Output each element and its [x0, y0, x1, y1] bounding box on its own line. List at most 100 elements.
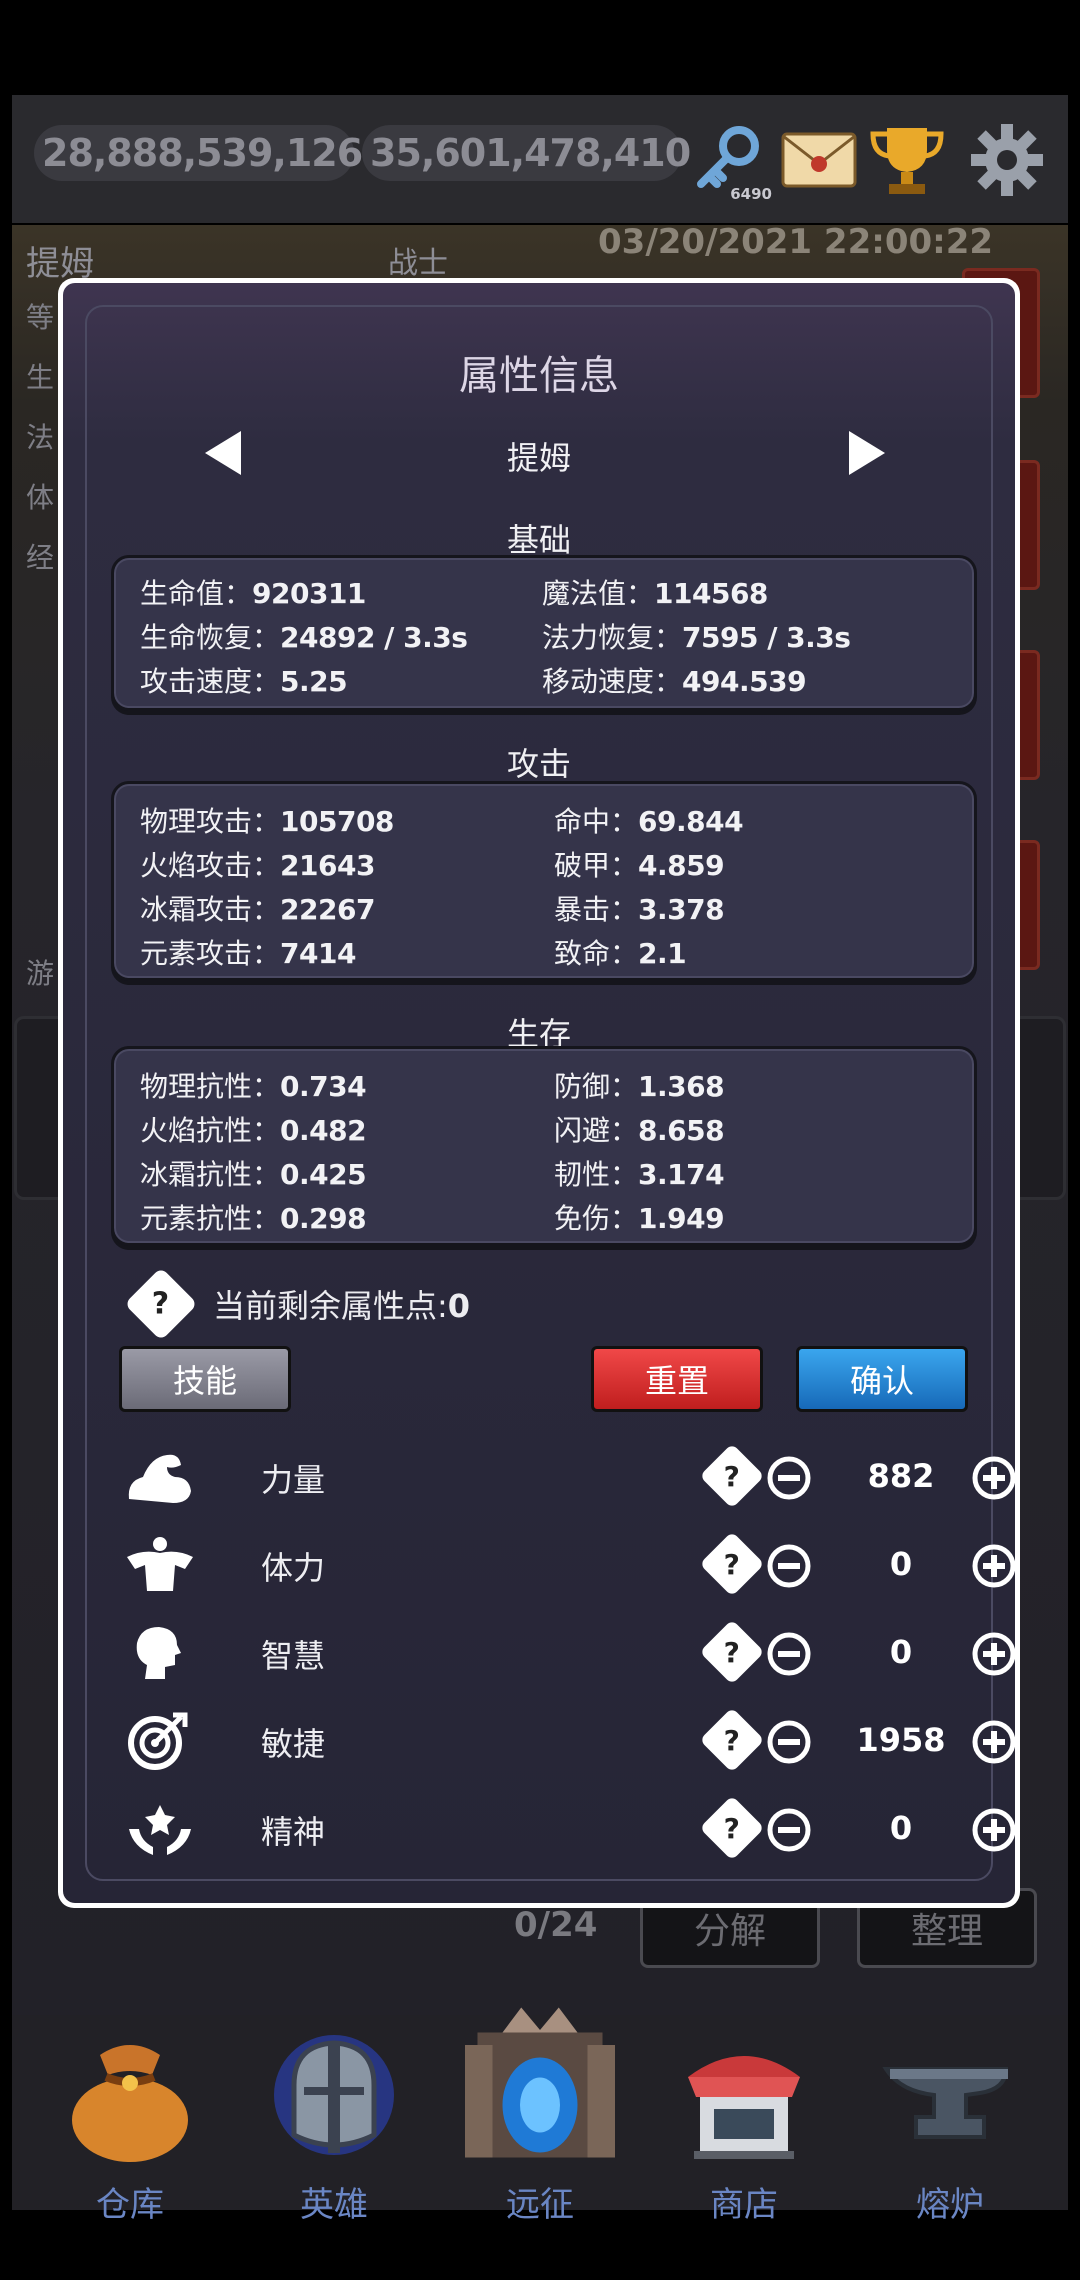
nav-expedition-label: 远征	[506, 2185, 574, 2225]
increase-icon[interactable]	[971, 1543, 1017, 1589]
nav-forge[interactable]: 熔炉	[850, 2025, 1050, 2225]
nav-hero[interactable]: 英雄	[234, 2025, 434, 2225]
dialog-title: 属性信息	[459, 353, 619, 399]
stat-hp: 生命值：920311	[140, 577, 366, 610]
mail-icon[interactable]	[774, 115, 864, 205]
confirm-button[interactable]: 确认	[796, 1346, 968, 1412]
decrease-icon[interactable]	[766, 1807, 812, 1853]
attribute-name: 智慧	[261, 1637, 326, 1675]
key-count: 6490	[730, 185, 772, 203]
top-resource-bar: 28,888,539,126 35,601,478,410 6490	[12, 95, 1068, 223]
expedition-portal-icon	[465, 2007, 615, 2158]
stat-frost-resist: 冰霜抗性：0.425	[140, 1158, 367, 1191]
stat-tenacity: 韧性：3.174	[554, 1158, 725, 1191]
background-side-label: 游	[26, 957, 55, 990]
next-hero-arrow-icon[interactable]	[837, 423, 897, 483]
stat-fire-resist: 火焰抗性：0.482	[140, 1114, 367, 1147]
stat-frost-attack: 冰霜攻击：22267	[140, 893, 375, 926]
background-side-label: 生	[26, 361, 55, 394]
attribute-name: 体力	[261, 1549, 326, 1587]
stat-fire-attack: 火焰攻击：21643	[140, 849, 375, 882]
background-side-label: 法	[26, 421, 55, 454]
stat-hit: 命中：69.844	[554, 805, 744, 838]
stat-physical-attack: 物理攻击：105708	[140, 805, 394, 838]
attribute-name: 力量	[261, 1461, 326, 1499]
attribute-info-dialog: 属性信息 提姆 基础 生命值：920311 魔法值：114568 生命恢复：24…	[58, 278, 1020, 1908]
attribute-row-strength: 力量 ? 882	[123, 1437, 1016, 1517]
nav-shop-label: 商店	[710, 2185, 778, 2225]
warehouse-bag-icon	[72, 2045, 188, 2162]
decrease-icon[interactable]	[766, 1719, 812, 1765]
stat-element-attack: 元素攻击：7414	[140, 937, 356, 970]
attribute-help-icon[interactable]: ?	[699, 1619, 765, 1685]
basic-stats-box: 生命值：920311 魔法值：114568 生命恢复：24892 / 3.3s …	[111, 555, 977, 711]
attribute-help-icon[interactable]: ?	[699, 1531, 765, 1597]
attack-stats-box: 物理攻击：105708 命中：69.844 火焰攻击：21643 破甲：4.85…	[111, 781, 977, 981]
attribute-row-agility: 敏捷 ? 1958	[123, 1701, 1016, 1781]
hero-helmet-icon	[274, 2035, 394, 2155]
section-title-attack: 攻击	[506, 745, 571, 783]
trophy-icon[interactable]	[862, 115, 952, 205]
gear-icon[interactable]	[962, 115, 1052, 205]
nav-hero-label: 英雄	[300, 2185, 368, 2225]
attribute-name: 精神	[261, 1813, 326, 1851]
shop-store-icon	[688, 2056, 800, 2159]
attribute-help-icon[interactable]: ?	[699, 1707, 765, 1773]
nav-warehouse[interactable]: 仓库	[30, 2025, 230, 2225]
stat-hp-regen: 生命恢复：24892 / 3.3s	[140, 621, 468, 654]
forge-anvil-icon	[882, 2067, 1009, 2139]
stamina-torso-icon	[127, 1537, 193, 1591]
key-icon[interactable]: 6490	[682, 115, 772, 205]
attribute-value: 0	[889, 1633, 913, 1671]
skill-button[interactable]: 技能	[119, 1346, 291, 1412]
increase-icon[interactable]	[971, 1455, 1017, 1501]
attribute-value: 0	[889, 1545, 913, 1583]
nav-expedition[interactable]: 远征	[440, 2007, 640, 2225]
reset-button[interactable]: 重置	[591, 1346, 763, 1412]
attribute-help-icon[interactable]: ?	[699, 1795, 765, 1861]
background-side-label: 体	[26, 481, 55, 514]
wisdom-head-icon	[136, 1627, 181, 1679]
remaining-points-row: ? 当前剩余属性点:0	[124, 1267, 471, 1341]
background-hero-class: 战士	[388, 246, 448, 281]
background-side-label: 等	[26, 301, 55, 334]
background-datetime: 03/20/2021 22:00:22	[598, 222, 994, 262]
stat-damage-reduction: 免伤：1.949	[554, 1202, 725, 1235]
attribute-help-icon[interactable]: ?	[699, 1443, 765, 1509]
increase-icon[interactable]	[971, 1631, 1017, 1677]
spirit-hands-icon	[129, 1805, 191, 1855]
stat-fatal: 致命：2.1	[554, 937, 687, 970]
decrease-icon[interactable]	[766, 1455, 812, 1501]
gem-counter: 35,601,478,410	[352, 125, 691, 181]
nav-warehouse-label: 仓库	[96, 2185, 164, 2225]
stat-move-speed: 移动速度：494.539	[542, 665, 807, 698]
attribute-value: 0	[889, 1809, 913, 1847]
nav-forge-label: 熔炉	[916, 2185, 984, 2225]
stat-physical-resist: 物理抗性：0.734	[140, 1070, 367, 1103]
stat-element-resist: 元素抗性：0.298	[140, 1202, 367, 1235]
dialog-body: 属性信息 提姆 基础 生命值：920311 魔法值：114568 生命恢复：24…	[63, 283, 1017, 1903]
attribute-value: 1958	[856, 1721, 946, 1759]
strength-arm-icon	[128, 1454, 191, 1503]
gem-value: 35,601,478,410	[370, 131, 691, 175]
increase-icon[interactable]	[971, 1719, 1017, 1765]
stat-dodge: 闪避：8.658	[554, 1114, 725, 1147]
survival-stats-box: 物理抗性：0.734 防御：1.368 火焰抗性：0.482 闪避：8.658 …	[111, 1046, 977, 1246]
decrease-icon[interactable]	[766, 1631, 812, 1677]
increase-icon[interactable]	[971, 1807, 1017, 1853]
attribute-name: 敏捷	[261, 1725, 326, 1763]
attribute-row-wisdom: 智慧 ? 0	[123, 1613, 1016, 1693]
attribute-value: 882	[867, 1457, 935, 1495]
gold-value: 28,888,539,126	[42, 131, 363, 175]
stat-mp: 魔法值：114568	[542, 577, 768, 610]
stat-crit: 暴击：3.378	[554, 893, 725, 926]
stat-attack-speed: 攻击速度：5.25	[140, 665, 348, 698]
nav-shop[interactable]: 商店	[644, 2025, 844, 2225]
points-help-icon[interactable]: ?	[124, 1267, 198, 1341]
stat-defense: 防御：1.368	[554, 1070, 725, 1103]
inventory-count: 0/24	[514, 1905, 598, 1945]
decrease-icon[interactable]	[766, 1543, 812, 1589]
agility-target-icon	[128, 1712, 188, 1770]
remaining-points-text: 当前剩余属性点:0	[213, 1287, 471, 1325]
background-side-label: 经	[26, 541, 55, 574]
